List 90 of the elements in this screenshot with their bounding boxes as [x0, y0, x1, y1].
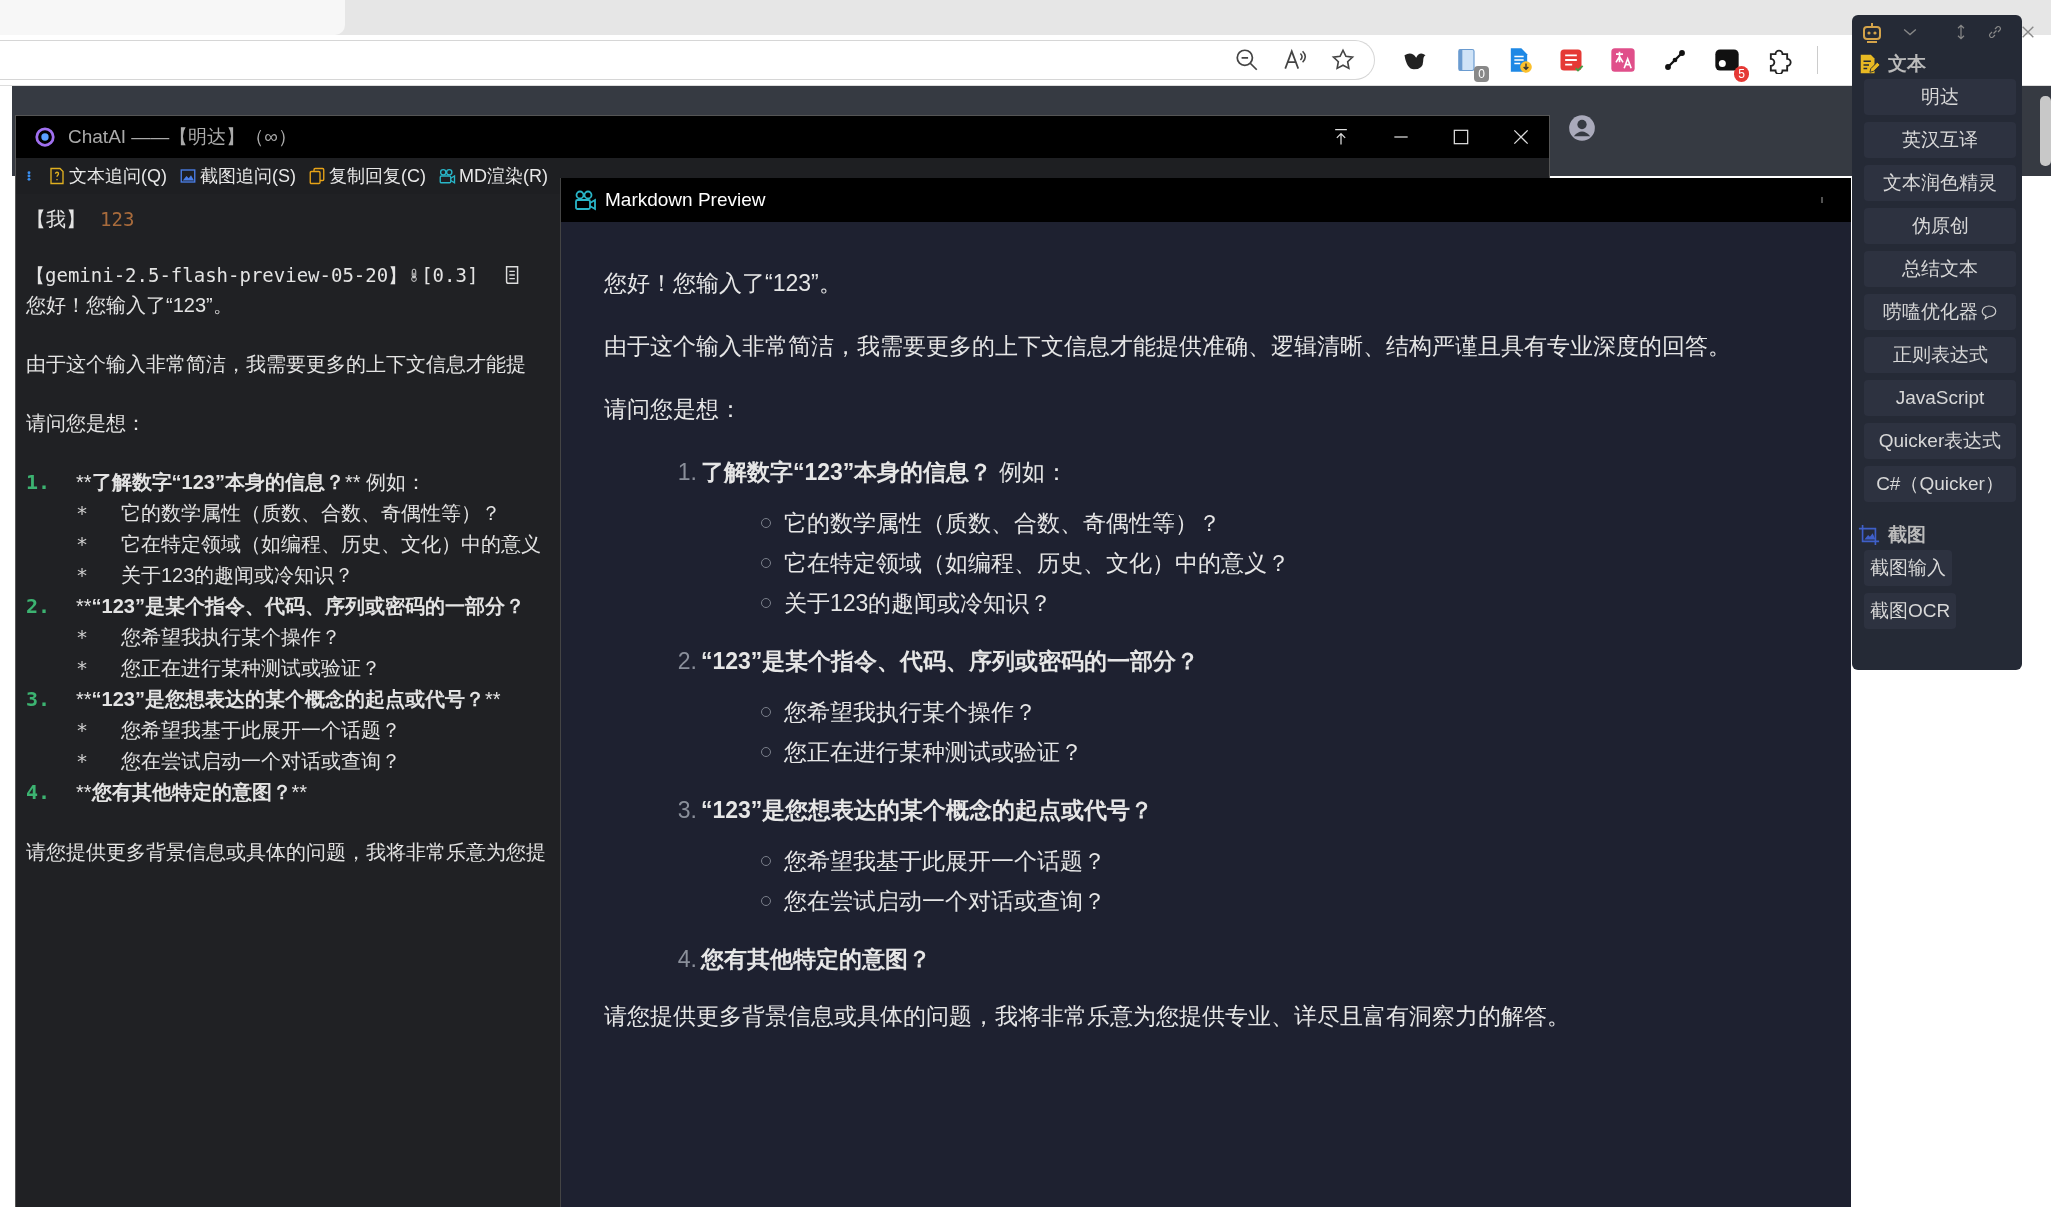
toolbar-button[interactable]: 文本追问(Q): [46, 164, 169, 188]
toolbar-button[interactable]: 复制回复(C): [306, 164, 428, 188]
bullet-mark: *: [76, 748, 90, 775]
speech-bubble-icon: [1979, 303, 1998, 321]
paragraph: 请问您是想：: [604, 395, 743, 424]
action-button[interactable]: JavaScript: [1864, 380, 2016, 416]
film-camera-icon: [438, 167, 456, 185]
window-title: Markdown Preview: [605, 189, 766, 211]
paragraph: 请您提供更多背景信息或具体的问题，我将非常乐意为您提供专业、详尽且富有洞察力的解答。: [604, 1002, 1571, 1031]
list-item-text: 您在尝试启动一个对话或查询？: [784, 886, 1106, 916]
star-icon[interactable]: [1330, 47, 1356, 73]
robot-icon[interactable]: [1860, 20, 1884, 44]
list-item-text: 您希望我基于此展开一个话题？: [784, 846, 1106, 876]
list-number: 4.: [26, 779, 52, 806]
image-icon: [179, 167, 197, 185]
message-text: 您好！您输入了“123”。: [26, 293, 234, 318]
scrollbar[interactable]: [2040, 96, 2051, 166]
film-camera-icon: [573, 188, 597, 212]
list-item-text: 您希望我执行某个操作？: [121, 625, 341, 650]
app-logo-icon: [34, 126, 56, 148]
document-question-icon: [48, 167, 66, 185]
count-badge: 0: [1474, 66, 1489, 82]
action-button[interactable]: C#（Quicker）: [1864, 466, 2016, 502]
image-icon: [1858, 524, 1880, 546]
list-number: 2.: [26, 593, 52, 620]
list-number: 3.: [676, 796, 697, 825]
copy-icon: [308, 167, 326, 185]
list-number: 4.: [676, 945, 697, 974]
action-button[interactable]: 唠嗑优化器: [1864, 294, 2016, 330]
toolbar-button[interactable]: MD渲染(R): [436, 164, 550, 188]
list-item-text: 您正在进行某种测试或验证？: [784, 737, 1083, 767]
section-heading: 文本: [1888, 52, 1926, 76]
temperature-value: [0.3]: [421, 263, 479, 288]
action-button[interactable]: 伪原创: [1864, 208, 2016, 244]
list-item-text: 您希望我基于此展开一个话题？: [121, 718, 401, 743]
message-text: 由于这个输入非常简洁，我需要更多的上下文信息才能提: [26, 352, 527, 377]
list-item-text: 您在尝试启动一个对话或查询？: [121, 749, 401, 774]
message-text: 请您提供更多背景信息或具体的问题，我将非常乐意为您提: [26, 840, 547, 865]
action-button[interactable]: Quicker表达式: [1864, 423, 2016, 459]
list-number: 1.: [676, 458, 697, 487]
action-button[interactable]: 截图输入: [1864, 550, 1952, 586]
bullet-mark: *: [76, 531, 90, 558]
action-button[interactable]: 明达: [1864, 79, 2016, 115]
list-number: 2.: [676, 647, 697, 676]
zoom-out-icon[interactable]: [1234, 47, 1260, 73]
list-item-text: 了解数字“123”本身的信息？ 例如：: [701, 458, 1068, 487]
list-item-text: 您正在进行某种测试或验证？: [121, 656, 381, 681]
list-number: 1.: [26, 469, 52, 496]
list-item-text: 关于123的趣闻或冷知识？: [784, 588, 1053, 618]
bullet-mark: *: [76, 655, 90, 682]
list-item-text: **了解数字“123”本身的信息？** 例如：: [76, 470, 427, 495]
message-text: 请问您是想：: [26, 411, 147, 436]
list-item-text: 关于123的趣闻或冷知识？: [121, 563, 355, 588]
action-button[interactable]: 文本润色精灵: [1864, 165, 2016, 201]
section-heading: 截图: [1888, 523, 1926, 547]
bullet-mark: *: [76, 717, 90, 744]
list-item-text: 它的数学属性（质数、合数、奇偶性等）？: [784, 508, 1221, 538]
toolbar-button[interactable]: 截图追问(S): [177, 164, 298, 188]
translate-icon[interactable]: [1609, 46, 1637, 74]
window-title: ChatAI ——【明达】（∞）: [68, 125, 297, 149]
paragraph: 由于这个输入非常简洁，我需要更多的上下文信息才能提供准确、逻辑清晰、结构严谨且具有专业深度的回答。: [604, 332, 1732, 361]
list-item-text: **“123”是您想表达的某个概念的起点或代号？**: [76, 687, 501, 712]
close-icon[interactable]: [1511, 127, 1531, 147]
list-item-text: **“123”是某个指令、代码、序列或密码的一部分？: [76, 594, 525, 619]
model-label: 【gemini-2.5-flash-preview-05-20】: [26, 263, 408, 288]
message-text: 123: [100, 207, 135, 232]
bullet-mark: *: [76, 624, 90, 651]
list-item-text: “123”是某个指令、代码、序列或密码的一部分？: [701, 647, 1200, 676]
action-button[interactable]: 英汉互译: [1864, 122, 2016, 158]
list-item-text: 您有其他特定的意图？: [701, 945, 931, 974]
action-button[interactable]: 截图OCR: [1864, 593, 1957, 629]
bullet-mark: *: [76, 500, 90, 527]
list-item-text: 您希望我执行某个操作？: [784, 697, 1037, 727]
sender-label: 【我】: [26, 207, 86, 232]
list-item-text: 它在特定领域（如编程、历史、文化）中的意义？: [784, 548, 1290, 578]
paragraph: 您好！您输入了“123”。: [604, 269, 843, 298]
document-pencil-icon: [1858, 53, 1880, 75]
list-item-text: 它在特定领域（如编程、历史、文化）中的意义: [121, 532, 541, 557]
action-button[interactable]: 总结文本: [1864, 251, 2016, 287]
action-button[interactable]: 正则表达式: [1864, 337, 2016, 373]
close-icon[interactable]: [2020, 24, 2036, 40]
link-icon[interactable]: [1986, 23, 2004, 41]
list-item-text: 它的数学属性（质数、合数、奇偶性等）？: [121, 501, 501, 526]
user-avatar-icon[interactable]: [1568, 114, 1596, 142]
maximize-icon[interactable]: [1451, 127, 1471, 147]
list-item-text: “123”是您想表达的某个概念的起点或代号？: [701, 796, 1154, 825]
count-badge: 5: [1734, 66, 1749, 82]
bullet-mark: *: [76, 562, 90, 589]
list-item-text: **您有其他特定的意图？**: [76, 780, 308, 805]
list-number: 3.: [26, 686, 52, 713]
